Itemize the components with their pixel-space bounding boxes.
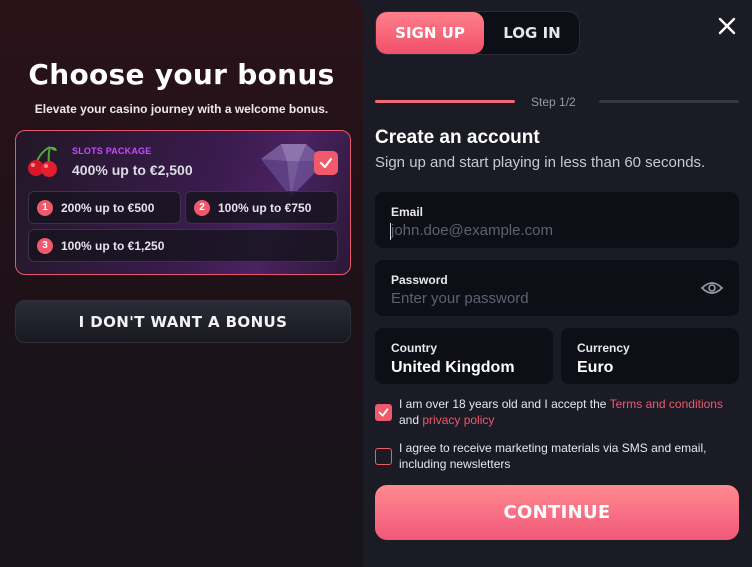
no-bonus-button[interactable]: I DON'T WANT A BONUS <box>15 300 351 343</box>
option-number: 2 <box>194 199 210 216</box>
email-field[interactable]: Email <box>375 192 739 248</box>
cherry-icon <box>28 146 57 177</box>
password-input[interactable] <box>391 290 671 307</box>
age-consent-and: and <box>399 413 423 427</box>
age-consent-checkbox[interactable] <box>375 404 392 421</box>
package-tag: SLOTS PACKAGE <box>72 146 152 156</box>
email-label: Email <box>391 205 424 219</box>
terms-link[interactable]: Terms and conditions <box>610 397 723 411</box>
form-title: Create an account <box>375 127 540 148</box>
continue-button[interactable]: CONTINUE <box>375 485 739 540</box>
option-label: 100% up to €1,250 <box>61 238 165 253</box>
country-select[interactable]: Country United Kingdom <box>375 328 553 384</box>
password-field[interactable]: Password <box>375 260 739 316</box>
bonus-subtitle: Elevate your casino journey with a welco… <box>34 102 329 116</box>
package-value: 400% up to €2,500 <box>72 162 193 178</box>
privacy-link[interactable]: privacy policy <box>422 413 494 427</box>
currency-value: Euro <box>577 359 614 376</box>
slots-package-card[interactable]: SLOTS PACKAGE 400% up to €2,500 1 200% u… <box>15 130 351 275</box>
step-progress-done <box>375 100 515 103</box>
auth-tabs: SIGN UP LOG IN <box>375 11 580 55</box>
currency-select[interactable]: Currency Euro <box>561 328 739 384</box>
marketing-consent-text: I agree to receive marketing materials v… <box>399 441 707 471</box>
bonus-panel: Choose your bonus Elevate your casino jo… <box>0 0 363 567</box>
bonus-option-1[interactable]: 1 200% up to €500 <box>28 191 181 224</box>
email-input[interactable] <box>391 222 671 239</box>
currency-label: Currency <box>577 341 630 355</box>
check-icon <box>378 408 389 417</box>
eye-icon[interactable] <box>701 280 723 296</box>
package-selected-checkbox[interactable] <box>314 151 338 175</box>
tab-signup[interactable]: SIGN UP <box>376 12 484 54</box>
option-number: 1 <box>37 199 53 216</box>
check-icon <box>319 157 333 169</box>
option-label: 200% up to €500 <box>61 200 155 215</box>
form-subtitle: Sign up and start playing in less than 6… <box>375 154 706 171</box>
option-label: 100% up to €750 <box>218 200 312 215</box>
marketing-consent-checkbox[interactable] <box>375 448 392 465</box>
option-number: 3 <box>37 237 53 254</box>
country-value: United Kingdom <box>391 359 515 376</box>
bonus-title: Choose your bonus <box>28 58 335 91</box>
bonus-option-2[interactable]: 2 100% up to €750 <box>185 191 338 224</box>
close-icon[interactable] <box>716 15 738 37</box>
country-label: Country <box>391 341 437 355</box>
step-progress-remaining <box>599 100 739 103</box>
tab-login[interactable]: LOG IN <box>484 12 580 54</box>
password-label: Password <box>391 273 448 287</box>
age-consent-text: I am over 18 years old and I accept the … <box>399 396 739 428</box>
step-indicator: Step 1/2 <box>531 95 576 109</box>
bonus-option-3[interactable]: 3 100% up to €1,250 <box>28 229 338 262</box>
age-consent-label: I am over 18 years old and I accept the <box>399 397 610 411</box>
